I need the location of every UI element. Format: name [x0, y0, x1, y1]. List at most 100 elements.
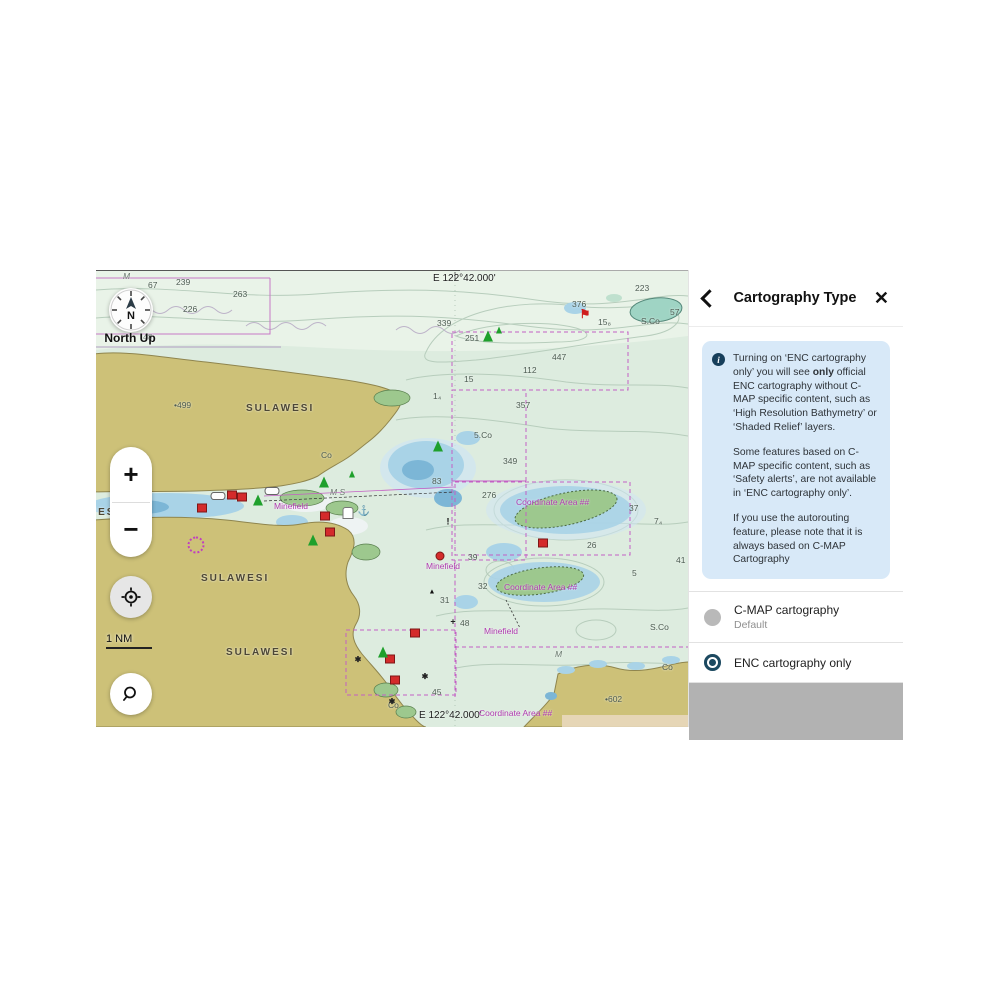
scale-label: 1 NM	[106, 633, 132, 645]
search-icon	[121, 684, 141, 704]
red-buoy	[538, 539, 548, 548]
map-scale: 1 NM	[106, 633, 152, 649]
zoom-controls: + −	[110, 447, 152, 557]
crosshair-icon	[120, 586, 142, 608]
green-buoy	[319, 477, 329, 488]
map-label: Coordinate Area ##	[504, 583, 577, 592]
radio-selected[interactable]	[704, 654, 721, 671]
radio-unselected[interactable]	[704, 609, 721, 626]
option-enc-cartography-only[interactable]: ENC cartography only	[689, 643, 903, 683]
gps-locate-button[interactable]	[110, 576, 152, 618]
map-label: 239	[176, 278, 190, 287]
search-button[interactable]	[110, 673, 152, 715]
map-label: 57	[670, 308, 679, 317]
map-label: 1₄	[433, 392, 441, 401]
chartplotter-app: E 122°42.000'E 122°42.000'SULAWESISULAWE…	[96, 270, 903, 727]
map-label: 83	[432, 477, 441, 486]
rock-symbol: ✱	[389, 698, 396, 706]
beacon-symbol: ▲	[429, 589, 436, 596]
compass-rose[interactable]: N	[109, 288, 153, 332]
svg-text:N: N	[127, 310, 135, 322]
map-label: 447	[552, 353, 566, 362]
close-button[interactable]: ✕	[874, 289, 889, 307]
option-c-map-cartography[interactable]: C-MAP cartography Default	[689, 592, 903, 643]
map-label: •602	[605, 695, 622, 704]
red-mark	[436, 552, 445, 561]
green-buoy	[483, 331, 493, 342]
map-label: E 122°42.000'	[433, 274, 496, 284]
map-label: M	[123, 272, 130, 281]
option-text: C-MAP cartography Default	[734, 603, 839, 631]
info-icon: i	[712, 353, 725, 366]
map-label: 15₈	[598, 318, 611, 327]
red-buoy	[410, 629, 420, 638]
map-label: 31	[440, 596, 449, 605]
cartography-type-panel: Cartography Type ✕ i Turning on ‘ENC car…	[688, 270, 903, 727]
orientation-label: North Up	[104, 332, 156, 346]
red-buoy	[325, 528, 335, 537]
wreck-symbol: ⚑	[580, 308, 591, 320]
map-label: 41	[676, 556, 685, 565]
red-buoy	[320, 512, 330, 521]
option-label: ENC cartography only	[734, 656, 851, 670]
green-buoy	[378, 647, 388, 658]
map-label: 357	[516, 401, 530, 410]
option-text: ENC cartography only	[734, 656, 851, 670]
map-label: 37	[629, 504, 638, 513]
green-buoy	[253, 495, 263, 506]
red-buoy	[227, 491, 237, 500]
info-box: i Turning on ‘ENC cartography only’ you …	[702, 341, 890, 579]
map-label: SULAWESI	[201, 574, 269, 584]
map-label: S.Co	[650, 623, 669, 632]
map-label: 112	[523, 366, 537, 375]
map-label: Coordinate Area ##	[479, 709, 552, 718]
map-label: 226	[183, 305, 197, 314]
green-buoy	[496, 327, 502, 334]
map-label: 5.Co	[474, 431, 492, 440]
map-label: 251	[465, 334, 479, 343]
rock-symbol: +	[450, 618, 455, 627]
panel-title: Cartography Type	[716, 290, 874, 306]
map-label: Minefield	[274, 502, 308, 511]
map-label: SULAWESI	[226, 648, 294, 658]
map-label: 223	[635, 284, 649, 293]
map-label: 32	[478, 582, 487, 591]
map-label: M	[555, 650, 562, 659]
map-label: 45	[432, 688, 441, 697]
panel-footer	[689, 683, 903, 740]
map-label: Co	[662, 663, 673, 672]
map-label: 39	[468, 553, 477, 562]
structure-symbol	[343, 507, 354, 519]
info-text: Turning on ‘ENC cartography only’ you wi…	[733, 352, 879, 567]
red-buoy	[390, 676, 400, 685]
map-label: M S	[330, 488, 345, 497]
map-label: 7₄	[654, 517, 662, 526]
nautical-chart-map[interactable]: E 122°42.000'E 122°42.000'SULAWESISULAWE…	[96, 270, 688, 727]
map-label: Coordinate Area ##	[516, 498, 589, 507]
cartography-options: C-MAP cartography Default ENC cartography …	[689, 591, 903, 683]
map-label: 5	[632, 569, 637, 578]
vessel-symbol	[265, 487, 280, 495]
map-label: S.Co	[641, 317, 660, 326]
red-buoy	[237, 493, 247, 502]
compass-icon: N	[109, 288, 153, 332]
map-label: 276	[482, 491, 496, 500]
map-label: Co	[321, 451, 332, 460]
rock-symbol: ✱	[422, 673, 429, 681]
zoom-out-button[interactable]: −	[110, 503, 152, 558]
map-label: 48	[460, 619, 469, 628]
green-buoy	[433, 441, 443, 452]
restricted-area-symbol	[188, 537, 205, 554]
map-label: SULAWESI	[246, 404, 314, 414]
map-label: 339	[437, 319, 451, 328]
map-label: •499	[174, 401, 191, 410]
anchorage-symbol: ⚓	[358, 507, 370, 517]
map-label: 349	[503, 457, 517, 466]
zoom-in-button[interactable]: +	[110, 447, 152, 502]
option-label: C-MAP cartography	[734, 603, 839, 617]
map-label: 263	[233, 290, 247, 299]
scale-bar	[106, 647, 152, 649]
map-label: Minefield	[426, 562, 460, 571]
option-sublabel: Default	[734, 619, 839, 631]
map-label: 26	[587, 541, 596, 550]
